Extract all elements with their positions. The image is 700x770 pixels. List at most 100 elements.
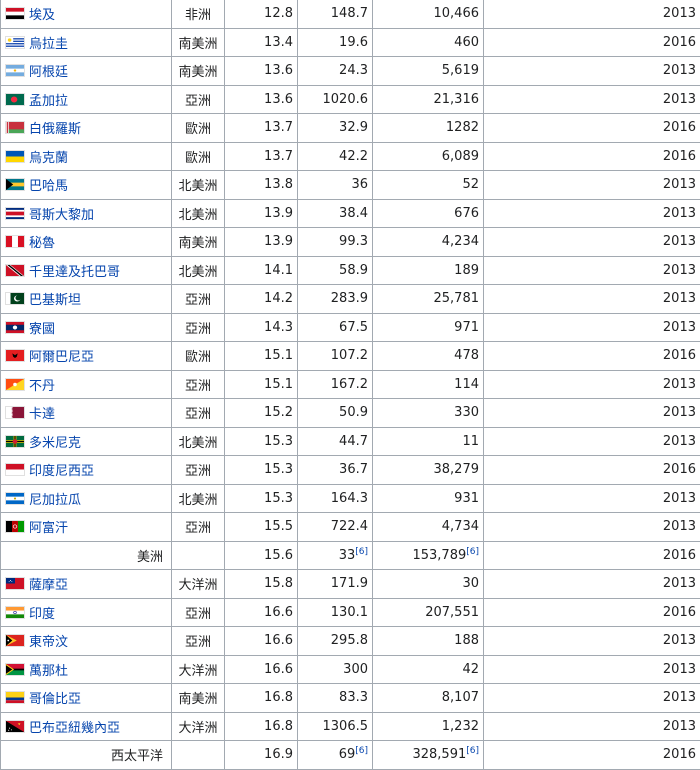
table-row: 阿爾巴尼亞 歐洲 15.1 107.2 478 2016 [0, 341, 700, 371]
country-link[interactable]: 萬那杜 [29, 660, 68, 679]
cell-value-3: 971 [372, 312, 484, 342]
cell-value-3: 460 [372, 27, 484, 57]
cell-value-1: 15.1 [224, 341, 298, 371]
table-row: 哥倫比亞 南美洲 16.8 83.3 8,107 2013 [0, 683, 700, 713]
country-link[interactable]: 哥倫比亞 [29, 688, 81, 707]
country-link[interactable]: 埃及 [29, 4, 55, 23]
cell-continent: 大洋洲 [171, 711, 225, 741]
reference-sup: [6] [355, 547, 368, 557]
cell-year: 2013 [483, 711, 700, 741]
country-link[interactable]: 不丹 [29, 375, 55, 394]
cell-value-2: 722.4 [297, 512, 373, 542]
value-2-text: 130.1 [330, 604, 368, 620]
value-3-text: 4,734 [441, 519, 479, 535]
cell-value-2: 295.8 [297, 626, 373, 656]
reference-link[interactable]: [6] [466, 746, 479, 756]
cell-year: 2013 [483, 398, 700, 428]
cell-name: 哥倫比亞 [0, 683, 172, 713]
cell-value-1: 13.6 [224, 84, 298, 114]
country-link[interactable]: 印度 [29, 603, 55, 622]
country-link[interactable]: 印度尼西亞 [29, 460, 94, 479]
country-link[interactable]: 巴布亞紐幾內亞 [29, 717, 120, 736]
easttimor-flag-icon [5, 634, 25, 648]
country-link[interactable]: 阿富汗 [29, 517, 68, 536]
country-link[interactable]: 巴基斯坦 [29, 289, 81, 308]
cell-value-2: 283.9 [297, 284, 373, 314]
country-link[interactable]: 千里達及托巴哥 [29, 261, 120, 280]
cell-year: 2013 [483, 683, 700, 713]
bangladesh-flag-icon [5, 92, 25, 106]
cell-name: 巴布亞紐幾內亞 [0, 711, 172, 741]
cell-continent: 南美洲 [171, 27, 225, 57]
samoa-flag-icon [5, 577, 25, 591]
cell-continent: 北美洲 [171, 170, 225, 200]
country-link[interactable]: 阿根廷 [29, 61, 68, 80]
country-link[interactable]: 孟加拉 [29, 90, 68, 109]
value-3-text: 460 [454, 34, 479, 50]
country-cell: 阿根廷 [5, 61, 167, 80]
cell-value-3: 8,107 [372, 683, 484, 713]
cell-value-3: 4,734 [372, 512, 484, 542]
cell-name: 埃及 [0, 0, 172, 29]
pakistan-flag-icon [5, 292, 25, 306]
country-link[interactable]: 薩摩亞 [29, 574, 68, 593]
country-link[interactable]: 卡達 [29, 403, 55, 422]
cell-value-3: 330 [372, 398, 484, 428]
value-3-text: 328,591 [412, 747, 467, 763]
cell-year: 2013 [483, 0, 700, 29]
cell-value-3: 676 [372, 198, 484, 228]
country-link[interactable]: 寮國 [29, 318, 55, 337]
cell-name: 東帝汶 [0, 626, 172, 656]
reference-link[interactable]: [6] [355, 547, 368, 557]
cell-value-1: 16.6 [224, 626, 298, 656]
cell-continent: 亞洲 [171, 84, 225, 114]
value-2-text: 171.9 [330, 576, 368, 592]
country-link[interactable]: 白俄羅斯 [29, 118, 81, 137]
cell-year: 2016 [483, 27, 700, 57]
value-3-text: 207,551 [425, 604, 479, 620]
cell-value-3: 21,316 [372, 84, 484, 114]
reference-link[interactable]: [6] [466, 547, 479, 557]
colombia-flag-icon [5, 691, 25, 705]
table-row: 巴基斯坦 亞洲 14.2 283.9 25,781 2013 [0, 284, 700, 314]
value-2-text: 99.3 [339, 234, 368, 250]
cell-value-1: 16.6 [224, 654, 298, 684]
argentina-flag-icon [5, 64, 25, 78]
country-link[interactable]: 巴哈馬 [29, 175, 68, 194]
cell-value-1: 13.6 [224, 56, 298, 86]
cell-value-2: 50.9 [297, 398, 373, 428]
cell-continent: 南美洲 [171, 227, 225, 257]
cell-continent: 南美洲 [171, 683, 225, 713]
table-row: 阿富汗 亞洲 15.5 722.4 4,734 2013 [0, 512, 700, 542]
country-link[interactable]: 東帝汶 [29, 631, 68, 650]
cell-value-3: 328,591[6] [372, 740, 484, 770]
cell-value-1: 15.2 [224, 398, 298, 428]
country-link[interactable]: 烏拉圭 [29, 33, 68, 52]
country-link[interactable]: 哥斯大黎加 [29, 204, 94, 223]
india-flag-icon [5, 605, 25, 619]
country-link[interactable]: 多米尼克 [29, 432, 81, 451]
table-row: 不丹 亞洲 15.1 167.2 114 2013 [0, 369, 700, 399]
country-link[interactable]: 阿爾巴尼亞 [29, 346, 94, 365]
qatar-flag-icon [5, 406, 25, 420]
cell-value-3: 931 [372, 483, 484, 513]
reference-link[interactable]: [6] [355, 746, 368, 756]
peru-flag-icon [5, 235, 25, 249]
region-row: 美洲 15.6 33[6] 153,789[6] 2016 [0, 540, 700, 570]
country-link[interactable]: 烏克蘭 [29, 147, 68, 166]
vanuatu-flag-icon [5, 662, 25, 676]
value-3-text: 52 [462, 177, 479, 193]
country-link[interactable]: 秘魯 [29, 232, 55, 251]
table-row: 寮國 亞洲 14.3 67.5 971 2013 [0, 312, 700, 342]
table-row: 卡達 亞洲 15.2 50.9 330 2013 [0, 398, 700, 428]
value-3-text: 6,089 [441, 148, 479, 164]
country-cell: 埃及 [5, 4, 167, 23]
cell-value-3: 25,781 [372, 284, 484, 314]
cell-name: 卡達 [0, 398, 172, 428]
cell-year: 2013 [483, 284, 700, 314]
cell-name: 烏克蘭 [0, 141, 172, 171]
cell-name: 西太平洋 [0, 740, 172, 770]
value-2-text: 36.7 [339, 462, 368, 478]
country-link[interactable]: 尼加拉瓜 [29, 489, 81, 508]
cell-value-1: 16.8 [224, 683, 298, 713]
